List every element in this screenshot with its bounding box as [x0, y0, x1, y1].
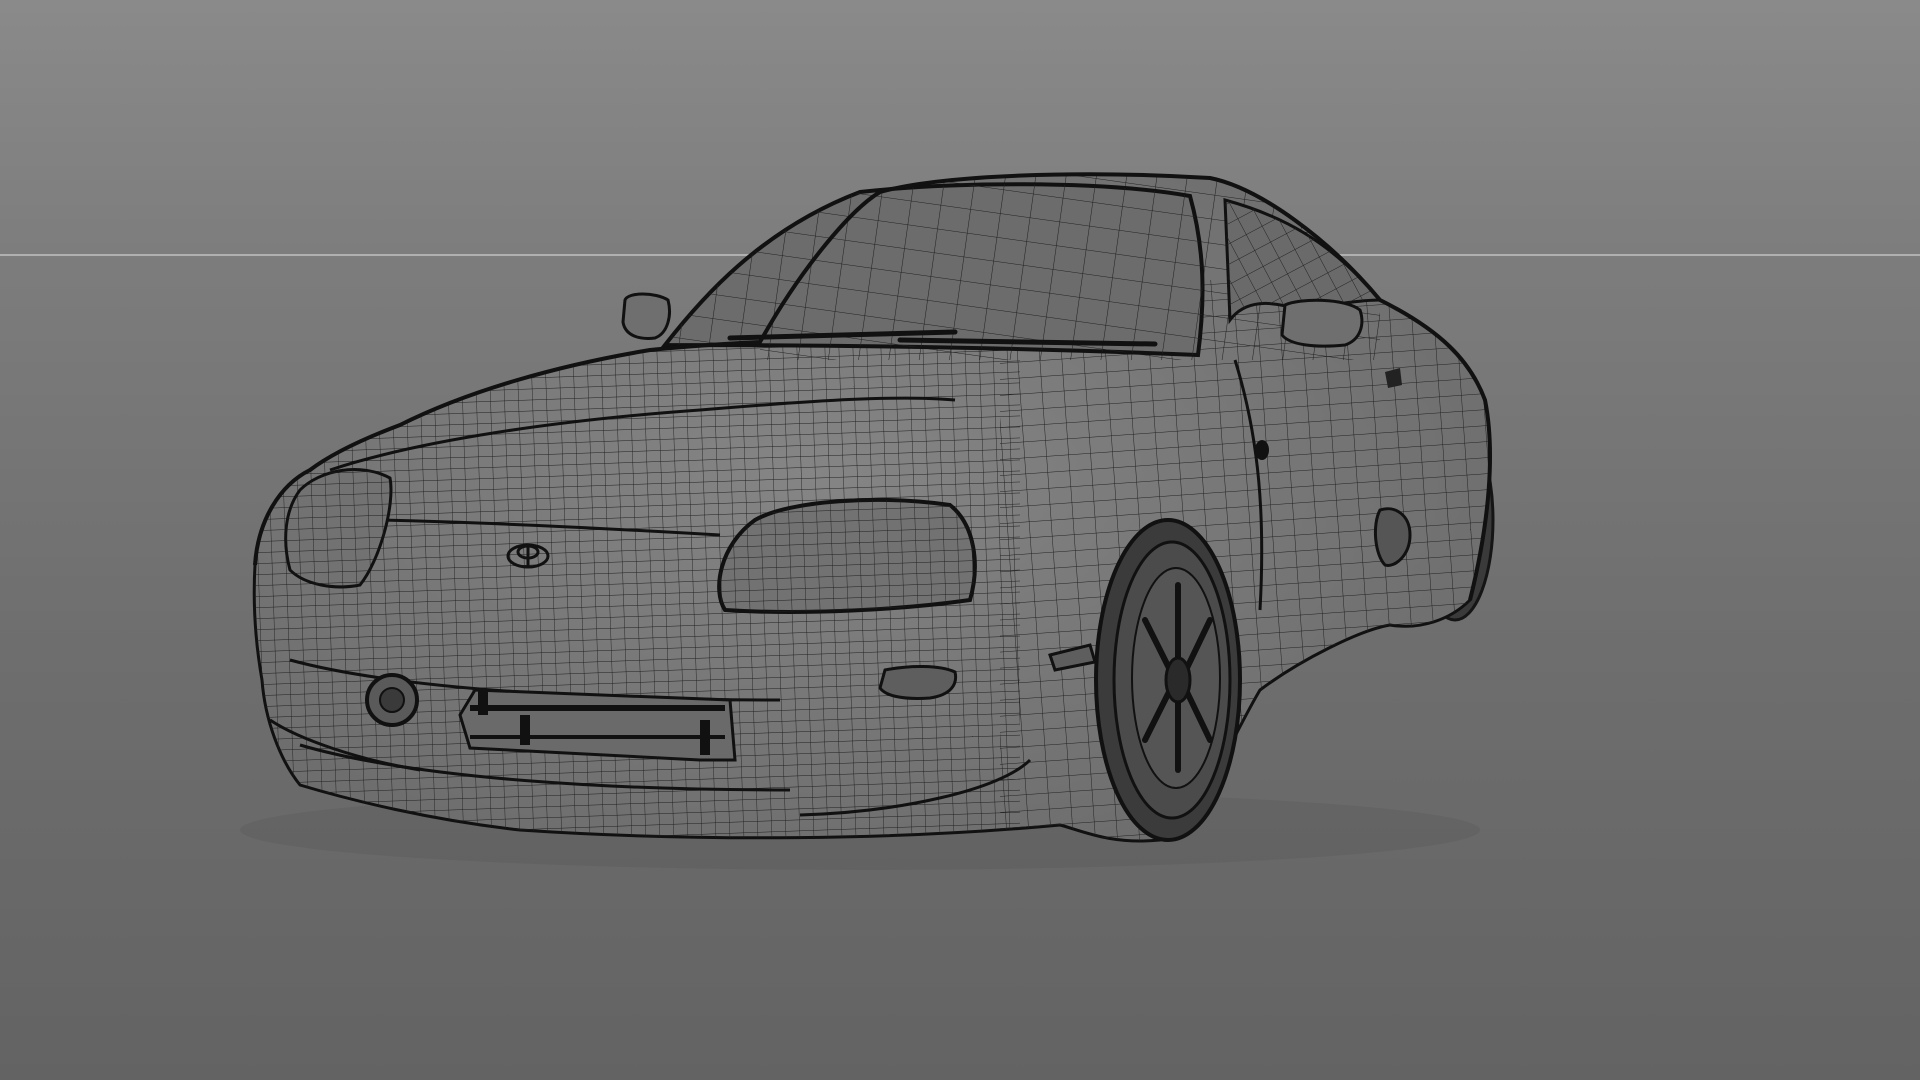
door-handle	[1255, 440, 1269, 460]
3d-viewport[interactable]	[0, 0, 1920, 1080]
right-bumper-vent	[878, 664, 958, 700]
front-grille-intake	[458, 688, 737, 762]
right-side-mirror	[1280, 298, 1364, 348]
windshield	[660, 182, 1205, 358]
left-side-mirror	[620, 290, 675, 342]
front-wheel	[1094, 518, 1242, 842]
fog-light-icon	[365, 673, 419, 727]
car-wireframe-model[interactable]	[0, 0, 1920, 1080]
